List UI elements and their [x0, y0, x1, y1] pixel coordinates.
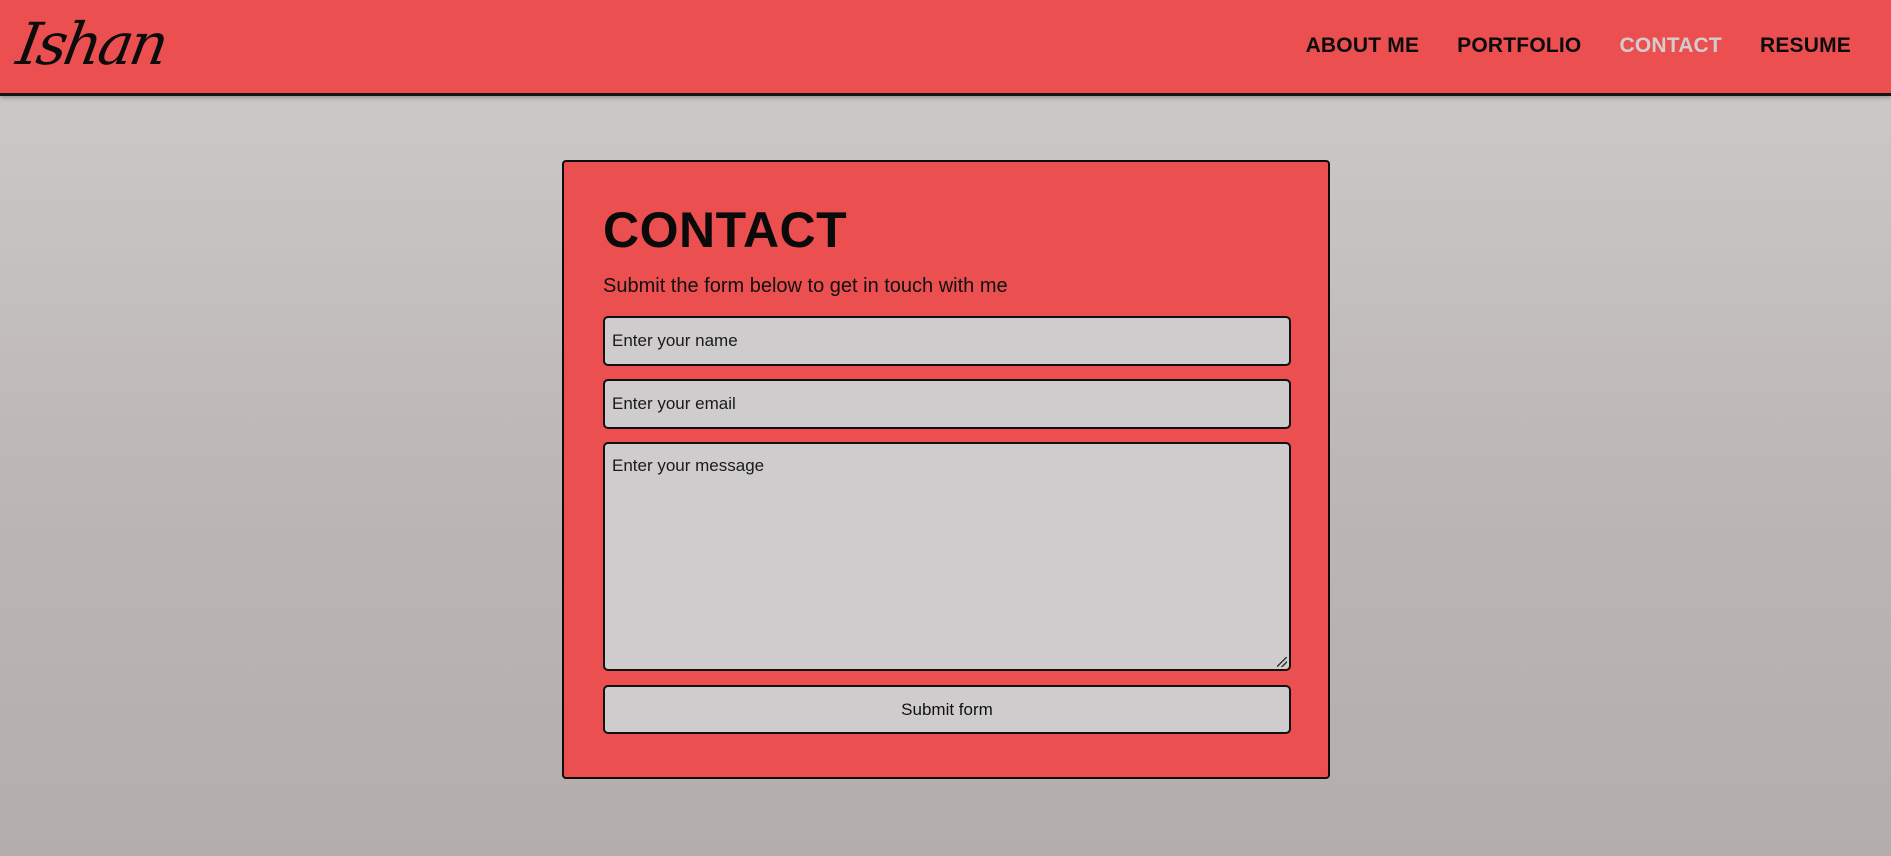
submit-button[interactable]: Submit form [603, 685, 1291, 734]
message-textarea[interactable]: Enter your message [603, 442, 1291, 671]
name-placeholder: Enter your name [612, 331, 738, 350]
contact-subtitle: Submit the form below to get in touch wi… [603, 275, 1008, 297]
message-placeholder: Enter your message [612, 456, 765, 475]
nav-portfolio[interactable]: PORTFOLIO [1457, 34, 1581, 58]
main-nav: ABOUT ME PORTFOLIO CONTACT RESUME [1306, 0, 1851, 92]
nav-contact[interactable]: CONTACT [1619, 34, 1722, 58]
logo[interactable]: Ishan [11, 2, 173, 86]
contact-card: CONTACT Submit the form below to get in … [562, 160, 1330, 779]
page-title: CONTACT [603, 202, 848, 258]
submit-button-label: Submit form [901, 699, 993, 719]
nav-about-me[interactable]: ABOUT ME [1306, 34, 1420, 58]
resize-grip-icon[interactable] [1277, 657, 1287, 667]
email-input[interactable]: Enter your email [603, 379, 1291, 429]
site-header: Ishan ABOUT ME PORTFOLIO CONTACT RESUME [0, 0, 1891, 96]
nav-resume[interactable]: RESUME [1760, 34, 1851, 58]
email-placeholder: Enter your email [612, 394, 736, 413]
name-input[interactable]: Enter your name [603, 316, 1291, 366]
